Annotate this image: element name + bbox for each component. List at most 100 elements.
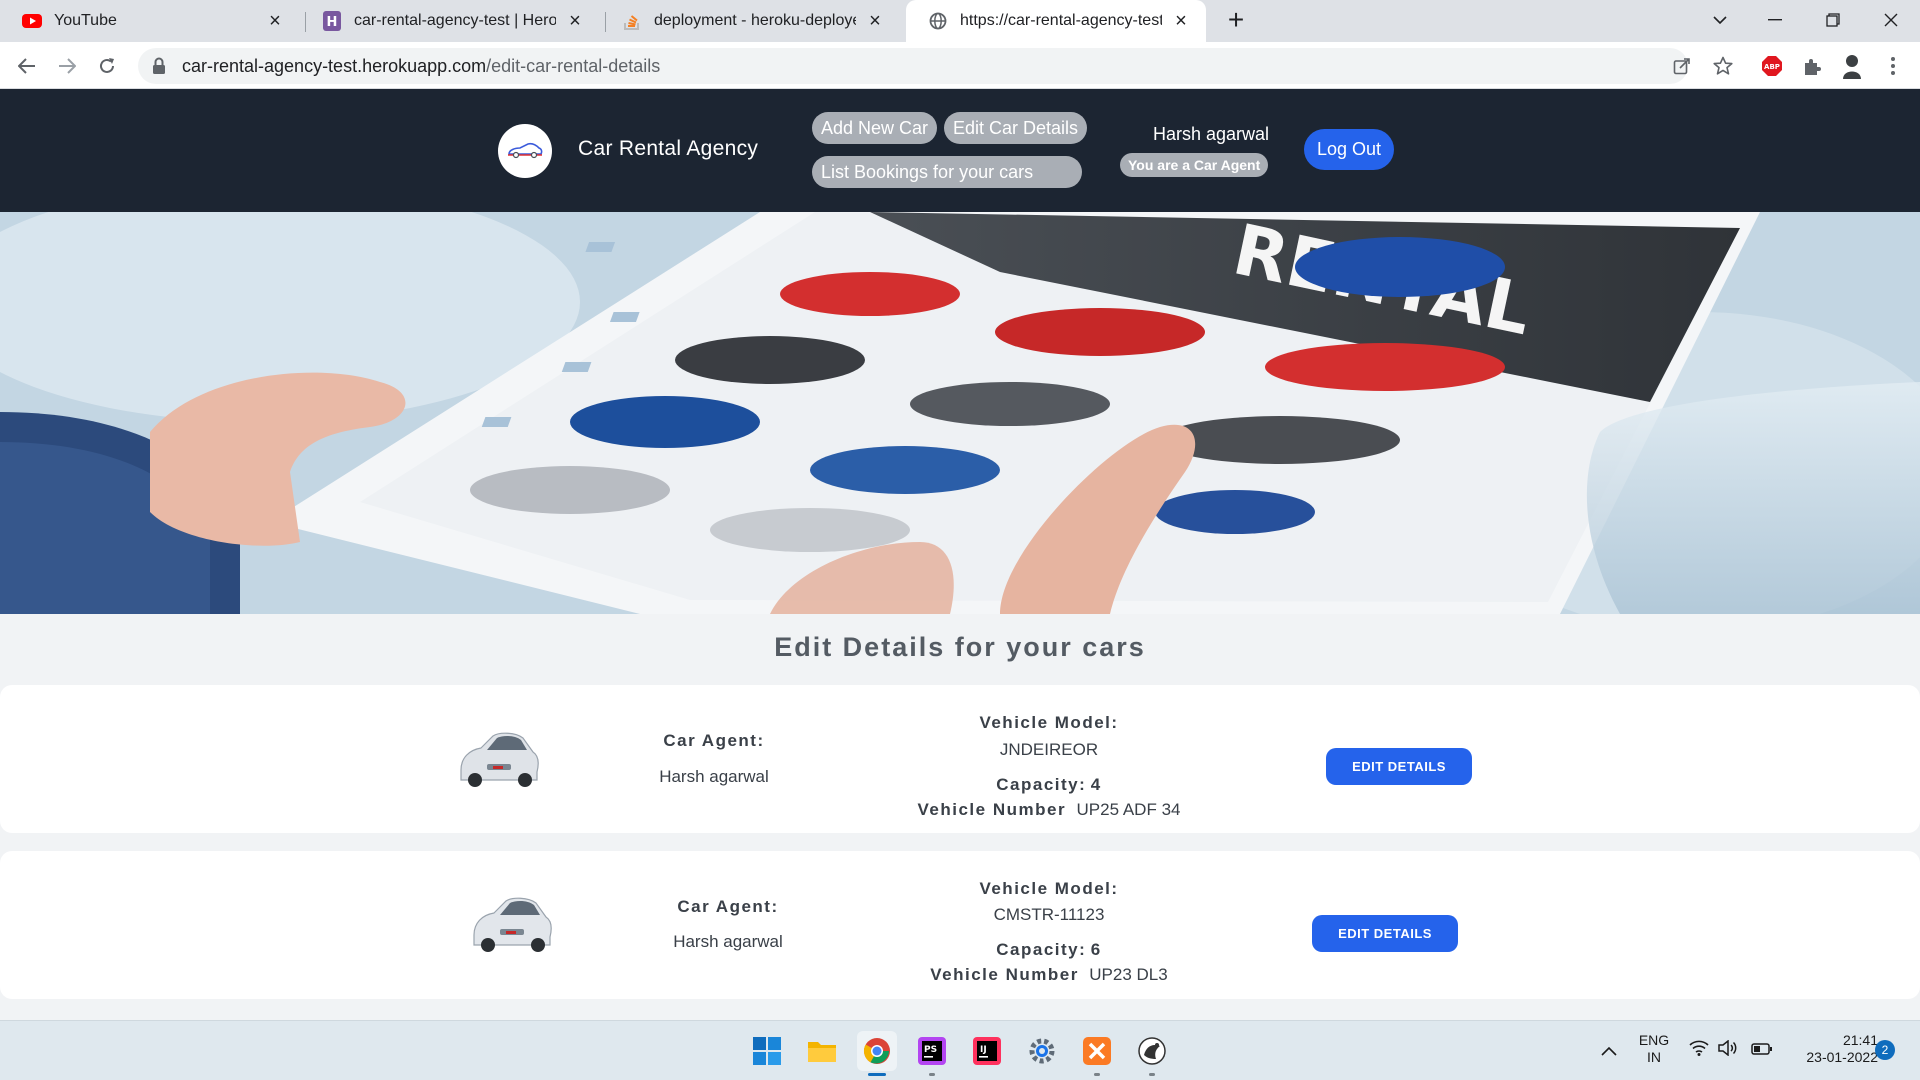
capacity-label: Capacity:: [996, 775, 1087, 794]
close-window-icon[interactable]: [1866, 0, 1916, 40]
url-path: /edit-car-rental-details: [486, 55, 661, 76]
car-card: Car Agent: Harsh agarwal Vehicle Model: …: [0, 851, 1920, 999]
car-agent-label: Car Agent:: [663, 731, 765, 750]
browser-menu-icon[interactable]: [1878, 51, 1908, 81]
brand-logo[interactable]: [498, 124, 552, 178]
new-tab-icon[interactable]: +: [1222, 6, 1250, 35]
vehicle-number-row: Vehicle Number UP25 ADF 34: [880, 800, 1218, 820]
hero-banner-image: RENTAL: [0, 212, 1920, 614]
vehicle-number-label: Vehicle Number: [917, 800, 1067, 819]
volume-icon[interactable]: [1718, 1039, 1738, 1061]
nav-add-new-car[interactable]: Add New Car: [812, 112, 938, 144]
show-hidden-icons-icon[interactable]: [1601, 1043, 1617, 1061]
chrome-icon[interactable]: [857, 1031, 897, 1076]
svg-text:ABP: ABP: [1764, 63, 1780, 71]
car-thumbnail: [453, 724, 543, 794]
running-indicator: [1149, 1073, 1155, 1076]
file-explorer-icon[interactable]: [802, 1031, 842, 1071]
tab-title: YouTube: [54, 12, 117, 29]
tab-heroku[interactable]: H car-rental-agency-test | Heroku ×: [300, 0, 600, 42]
tab-search-icon[interactable]: [1695, 0, 1745, 40]
capacity-label: Capacity:: [996, 940, 1087, 959]
close-tab-icon[interactable]: ×: [564, 10, 586, 32]
vehicle-model-value: CMSTR-11123: [993, 905, 1105, 924]
running-indicator: [929, 1073, 935, 1076]
close-tab-icon[interactable]: ×: [264, 10, 286, 32]
role-badge: You are a Car Agent: [1120, 153, 1269, 177]
car-agent-value: Harsh agarwal: [659, 767, 769, 786]
vehicle-number-label: Vehicle Number: [930, 965, 1079, 984]
brand-name[interactable]: Car Rental Agency: [578, 137, 758, 161]
browser-tabstrip: YouTube × H car-rental-agency-test | Her…: [0, 0, 1920, 42]
phpstorm-icon[interactable]: PS: [912, 1031, 952, 1076]
page-title: Edit Details for your cars: [774, 632, 1146, 662]
windows-taskbar: PS IJ ENG IN 21:41 23-01-2022: [0, 1020, 1920, 1080]
minimize-icon[interactable]: [1750, 0, 1800, 40]
nav-edit-car-details[interactable]: Edit Car Details: [944, 112, 1088, 144]
tab-title: car-rental-agency-test | Heroku: [354, 12, 556, 29]
browser-toolbar: car-rental-agency-test.herokuapp.com/edi…: [0, 42, 1920, 89]
vehicle-model-value: JNDEIREOR: [999, 740, 1099, 759]
notification-badge[interactable]: 2: [1875, 1040, 1895, 1060]
share-icon[interactable]: [1667, 51, 1697, 81]
vehicle-model-label: Vehicle Model:: [979, 713, 1119, 732]
running-indicator: [868, 1073, 886, 1076]
settings-icon[interactable]: [1022, 1031, 1062, 1071]
back-icon[interactable]: [12, 51, 42, 81]
nav-list-bookings[interactable]: List Bookings for your cars: [812, 156, 1082, 188]
capacity-row: Capacity: 6: [900, 940, 1198, 960]
capacity-value: 6: [1090, 940, 1102, 959]
address-bar[interactable]: car-rental-agency-test.herokuapp.com/edi…: [138, 48, 1688, 84]
vehicle-number-row: Vehicle Number UP23 DL3: [880, 965, 1218, 985]
edit-details-button[interactable]: EDIT DETAILS: [1326, 748, 1472, 785]
lock-icon: [152, 57, 168, 75]
logout-button[interactable]: Log Out: [1304, 129, 1394, 170]
edit-details-button[interactable]: EDIT DETAILS: [1312, 915, 1458, 952]
tab-youtube[interactable]: YouTube ×: [0, 0, 300, 42]
user-name: Harsh agarwal: [1153, 124, 1270, 144]
svg-text:PS: PS: [924, 1045, 937, 1055]
url-host: car-rental-agency-test.herokuapp.com: [182, 55, 487, 76]
extensions-icon[interactable]: [1797, 51, 1827, 81]
svg-text:H: H: [327, 15, 338, 30]
vehicle-model-label: Vehicle Model:: [979, 879, 1119, 898]
vehicle-number-value: UP23 DL3: [1089, 965, 1168, 984]
bookmark-star-icon[interactable]: [1708, 51, 1738, 81]
restore-icon[interactable]: [1808, 0, 1858, 40]
globe-icon: [928, 11, 948, 31]
tab-stackoverflow[interactable]: deployment - heroku-deployed a ×: [600, 0, 900, 42]
car-card: Car Agent: Harsh agarwal Vehicle Model: …: [0, 685, 1920, 833]
language-indicator[interactable]: ENG IN: [1634, 1032, 1674, 1066]
capacity-value: 4: [1090, 775, 1102, 794]
forward-icon[interactable]: [52, 51, 82, 81]
site-navbar: Car Rental Agency Add New Car Edit Car D…: [0, 89, 1920, 212]
car-agent-value: Harsh agarwal: [673, 932, 783, 951]
close-tab-icon[interactable]: ×: [1170, 10, 1192, 32]
tab-title: deployment - heroku-deployed a: [654, 12, 856, 29]
stackoverflow-icon: [622, 11, 642, 31]
heroku-icon: H: [322, 11, 342, 31]
tab-title: https://car-rental-agency-test.he: [960, 12, 1162, 29]
xampp-icon[interactable]: [1077, 1031, 1117, 1076]
profile-avatar-icon[interactable]: [1837, 51, 1867, 81]
running-indicator: [1094, 1073, 1100, 1076]
clock[interactable]: 21:41 23-01-2022: [1782, 1032, 1878, 1066]
close-tab-icon[interactable]: ×: [864, 10, 886, 32]
app-icon[interactable]: [1132, 1031, 1172, 1076]
adblock-icon[interactable]: ABP: [1757, 51, 1787, 81]
clock-date: 23-01-2022: [1806, 1049, 1878, 1065]
capacity-row: Capacity: 4: [900, 775, 1198, 795]
language-code: ENG: [1638, 1032, 1670, 1048]
wifi-icon[interactable]: [1689, 1040, 1709, 1061]
tab-active-site[interactable]: https://car-rental-agency-test.he ×: [906, 0, 1206, 42]
car-thumbnail: [466, 889, 556, 959]
car-agent-label: Car Agent:: [677, 897, 779, 916]
windows-start-icon[interactable]: [747, 1031, 787, 1071]
clock-time: 21:41: [1842, 1032, 1878, 1048]
battery-icon[interactable]: [1751, 1042, 1773, 1060]
car-logo-icon: [508, 142, 543, 159]
reload-icon[interactable]: [92, 51, 122, 81]
svg-text:IJ: IJ: [980, 1045, 987, 1055]
intellij-icon[interactable]: IJ: [967, 1031, 1007, 1071]
region-code: IN: [1647, 1049, 1661, 1065]
